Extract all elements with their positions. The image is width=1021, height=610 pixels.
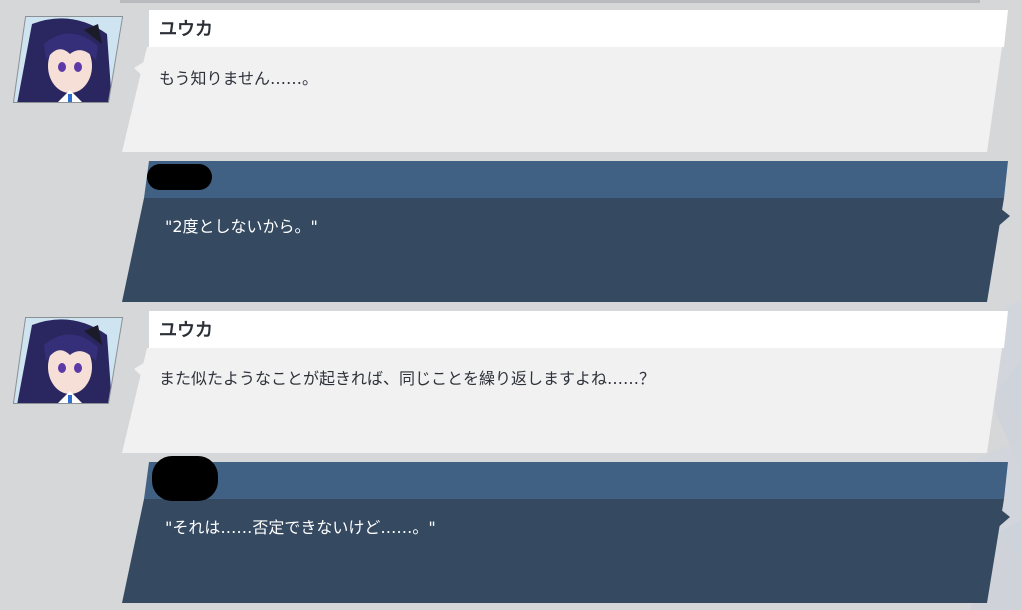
speaker-name: ユウカ [159, 320, 213, 341]
message-text: また似たようなことが起きれば、同じことを繰り返しますよね……？ [159, 369, 656, 388]
message-text: もう知りません……。 [159, 69, 319, 88]
yuuka-portrait-icon [12, 16, 124, 103]
character-portrait[interactable] [12, 14, 124, 104]
redacted-name [147, 164, 212, 190]
player-reply-bubble[interactable]: "それは……否定できないけど……。" [122, 456, 1012, 603]
reply-text: "それは……否定できないけど……。" [165, 518, 436, 537]
npc-message-bubble: ユウカ もう知りません……。 [122, 10, 1012, 152]
player-reply-bubble[interactable]: "2度としないから。" [122, 161, 1012, 302]
top-divider [120, 0, 980, 3]
reply-text: "2度としないから。" [165, 217, 318, 236]
character-portrait[interactable] [12, 315, 124, 405]
npc-message-bubble: ユウカ また似たようなことが起きれば、同じことを繰り返しますよね……？ [122, 311, 1012, 453]
redacted-name [152, 456, 218, 501]
speaker-name: ユウカ [159, 19, 213, 40]
yuuka-portrait-icon [12, 317, 124, 404]
